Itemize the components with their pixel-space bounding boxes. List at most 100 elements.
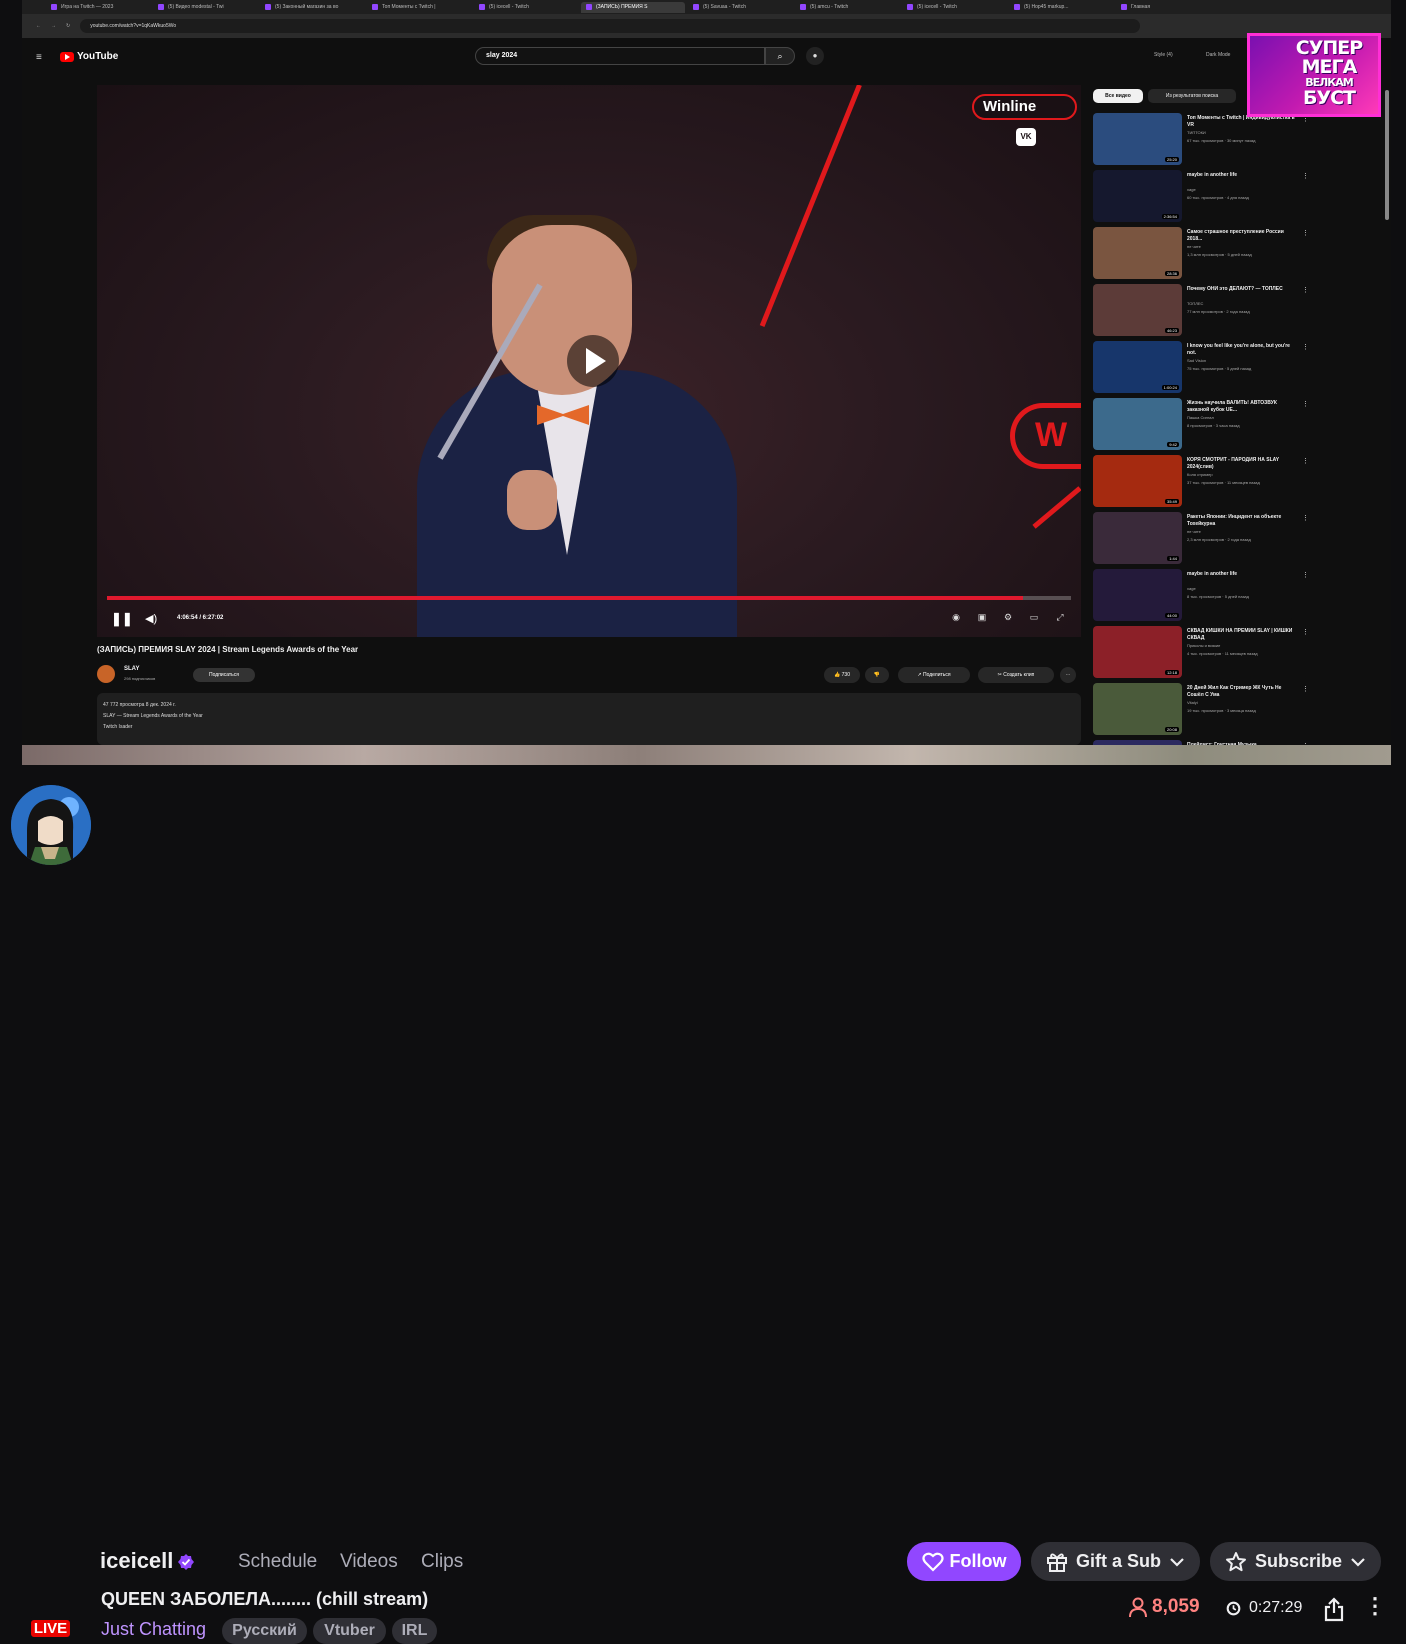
clock-icon [1226,1601,1241,1615]
youtube-logo-text: YouTube [77,51,119,62]
recommendation-meta: 60 тыс. просмотров · 4 дня назад [1187,195,1249,200]
browser-tab-strip: Игра на Twitch — 2023 (5) Видео modestal … [22,0,1391,14]
gift-icon [1047,1553,1067,1572]
recommendation-title: Почему ОНИ это ДЕЛАЮТ? — ТОПЛЕС [1187,286,1283,292]
chip-all-videos: Все видео [1093,89,1143,103]
browser-tab: (5) Savuaa - Twitch [688,2,792,13]
category-link[interactable]: Just Chatting [101,1619,206,1640]
nav-clips[interactable]: Clips [421,1551,463,1573]
tab-favicon-icon [1121,4,1127,10]
gift-sub-button[interactable]: Gift a Sub [1031,1542,1200,1581]
youtube-channel-avatar [97,665,115,683]
like-count: 730 [841,672,850,678]
youtube-logo: YouTube [60,51,118,62]
recommendation-thumbnail: 12:18 [1093,626,1182,678]
recommendation-thumbnail: 28:36 [1093,227,1182,279]
share-button[interactable] [1322,1596,1346,1622]
recommendation-more-icon: ⋮ [1302,401,1309,408]
tab-favicon-icon [372,4,378,10]
tag-irl[interactable]: IRL [392,1618,437,1644]
red-light-streak [1032,486,1081,529]
channel-name[interactable]: iceicell [100,1548,173,1574]
recommendation-item: 12:18 СКВАД КИШКИ НА ПРЕМИИ SLAY | КИШКИ … [1093,626,1313,683]
recommendation-meta: 1,3 млн просмотров · 5 дней назад [1187,252,1252,257]
recommendation-title: 20 Дней Жил Как Стример ЖК Чуть Не Сошёл… [1187,685,1282,698]
recommendation-thumbnail: 46:23 [1093,284,1182,336]
recommendation-item: 28:36 Самое страшное преступление России … [1093,227,1313,284]
youtube-description: 47 772 просмотра 8 дек. 2024 г. SLAY — S… [97,693,1081,745]
recommendation-title: Самое страшное преступление России 2018.… [1187,229,1284,242]
tab-favicon-icon [800,4,806,10]
recommendation-duration: 20:08 [1164,727,1179,732]
browser-tab-label: (ЗАПИСЬ) ПРЕМИЯ S [596,4,648,10]
recommendation-more-icon: ⋮ [1302,686,1309,693]
youtube-subscribe-button: Подписаться [193,668,255,682]
recommendation-more-icon: ⋮ [1302,458,1309,465]
recommendation-title: СКВАД КИШКИ НА ПРЕМИИ SLAY | КИШКИ СКВАД [1187,628,1293,641]
stream-player[interactable]: Игра на Twitch — 2023 (5) Видео modestal … [0,0,1406,765]
boost-promo-overlay: СУПЕР МЕГА ВЕЛКАМ БУСТ [1247,33,1381,117]
recommendation-meta: 67 тыс. просмотров · 30 минут назад [1187,138,1256,143]
like-button: 👍 730 [824,667,860,683]
tag-language[interactable]: Русский [222,1618,307,1644]
subscribe-button[interactable]: Subscribe [1210,1542,1381,1581]
recommendation-channel: Sad Vision [1187,358,1207,363]
browser-tab: (5) Законный магазин за во [260,2,364,13]
url-text: youtube.com/watch?v=1qKaWkuo5Wo [90,23,177,29]
youtube-channel-name: SLAY [124,666,140,672]
hamburger-icon: ≡ [36,52,42,63]
tab-favicon-icon [1014,4,1020,10]
youtube-recommendations: 25:20 Топ Моменты с Twitch | Индивидуалис… [1093,113,1313,765]
browser-tab-label: Главная [1131,4,1151,10]
style-extension-label: Style (4) [1154,52,1173,58]
tag-vtuber[interactable]: Vtuber [313,1618,386,1644]
nav-videos[interactable]: Videos [340,1551,398,1573]
more-options-icon[interactable]: ⋮ [1364,1595,1386,1622]
more-actions-icon: ⋯ [1060,667,1076,683]
avatar-image [11,785,91,865]
browser-tab-label: (5) Hop45 markup... [1024,4,1069,10]
recommendation-meta: 2,3 млн просмотров · 2 года назад [1187,537,1251,542]
recommendation-item: 46:23 Почему ОНИ это ДЕЛАЮТ? — ТОПЛЕС ТОПЛ… [1093,284,1313,341]
browser-tab-label: Топ Моменты с Twitch | [382,4,436,10]
settings-gear-icon: ⚙ [1003,612,1013,622]
description-stats: 47 772 просмотра 8 дек. 2024 г. [103,702,176,708]
recommendation-duration: 28:36 [1164,271,1179,276]
youtube-search-input: slay 2024 [475,47,765,65]
recommendation-meta: 77 млн просмотров · 2 года назад [1187,309,1250,314]
browser-tab-label: (5) amcu - Twitch [810,4,849,10]
browser-tab-label: (5) icecell - Twitch [917,4,957,10]
microphone-icon: ● [806,47,824,65]
browser-tab: (ЗАПИСЬ) ПРЕМИЯ S [581,1,685,13]
chip-search-results: Из результатов поиска [1148,89,1236,103]
recommendation-item: 25:20 Топ Моменты с Twitch | Индивидуалис… [1093,113,1313,170]
recommendation-item: 35:49 КОРЯ СМОТРИТ - ПАРОДИЯ НА SLAY 2024… [1093,455,1313,512]
recommendation-thumbnail: 20:08 [1093,683,1182,735]
chevron-down-icon [1351,1557,1365,1567]
recommendation-title: I know you feel like you're alone, but y… [1187,343,1290,356]
nav-schedule[interactable]: Schedule [238,1551,317,1573]
uptime-value: 0:27:29 [1249,1599,1303,1616]
tab-favicon-icon [586,4,592,10]
promo-line: МЕГА [1301,56,1358,78]
browser-tab-label: (5) Законный магазин за во [275,4,339,10]
follow-label: Follow [949,1551,1007,1571]
recommendation-duration: 44:00 [1164,613,1179,618]
recommendation-more-icon: ⋮ [1302,287,1309,294]
avatar[interactable] [11,785,91,865]
dislike-icon: 👎 [865,667,889,683]
recommendation-meta: 8 тыс. просмотров · 5 дней назад [1187,594,1249,599]
recommendation-thumbnail: 25:20 [1093,113,1182,165]
follow-button[interactable]: Follow [907,1542,1021,1581]
tab-favicon-icon [693,4,699,10]
recommendation-duration: 25:20 [1164,157,1179,162]
youtube-channel-subscribers: 298 подписчиков [124,676,156,681]
recommendation-title: maybe in another life [1187,571,1238,577]
recommendation-title: КОРЯ СМОТРИТ - ПАРОДИЯ НА SLAY 2024(слив… [1187,457,1280,470]
youtube-header: ≡ YouTube slay 2024 ⌕ ● Style (4) Dark M… [22,38,1391,76]
description-text: SLAY — Stream Legends Awards of the Year [103,713,203,719]
recommendation-channel: xage [1187,187,1196,192]
miniplayer-icon: ▭ [1029,612,1039,622]
recommendation-item: 44:00 maybe in another life xage 8 тыс. про… [1093,569,1313,626]
recommendation-more-icon: ⋮ [1302,344,1309,351]
